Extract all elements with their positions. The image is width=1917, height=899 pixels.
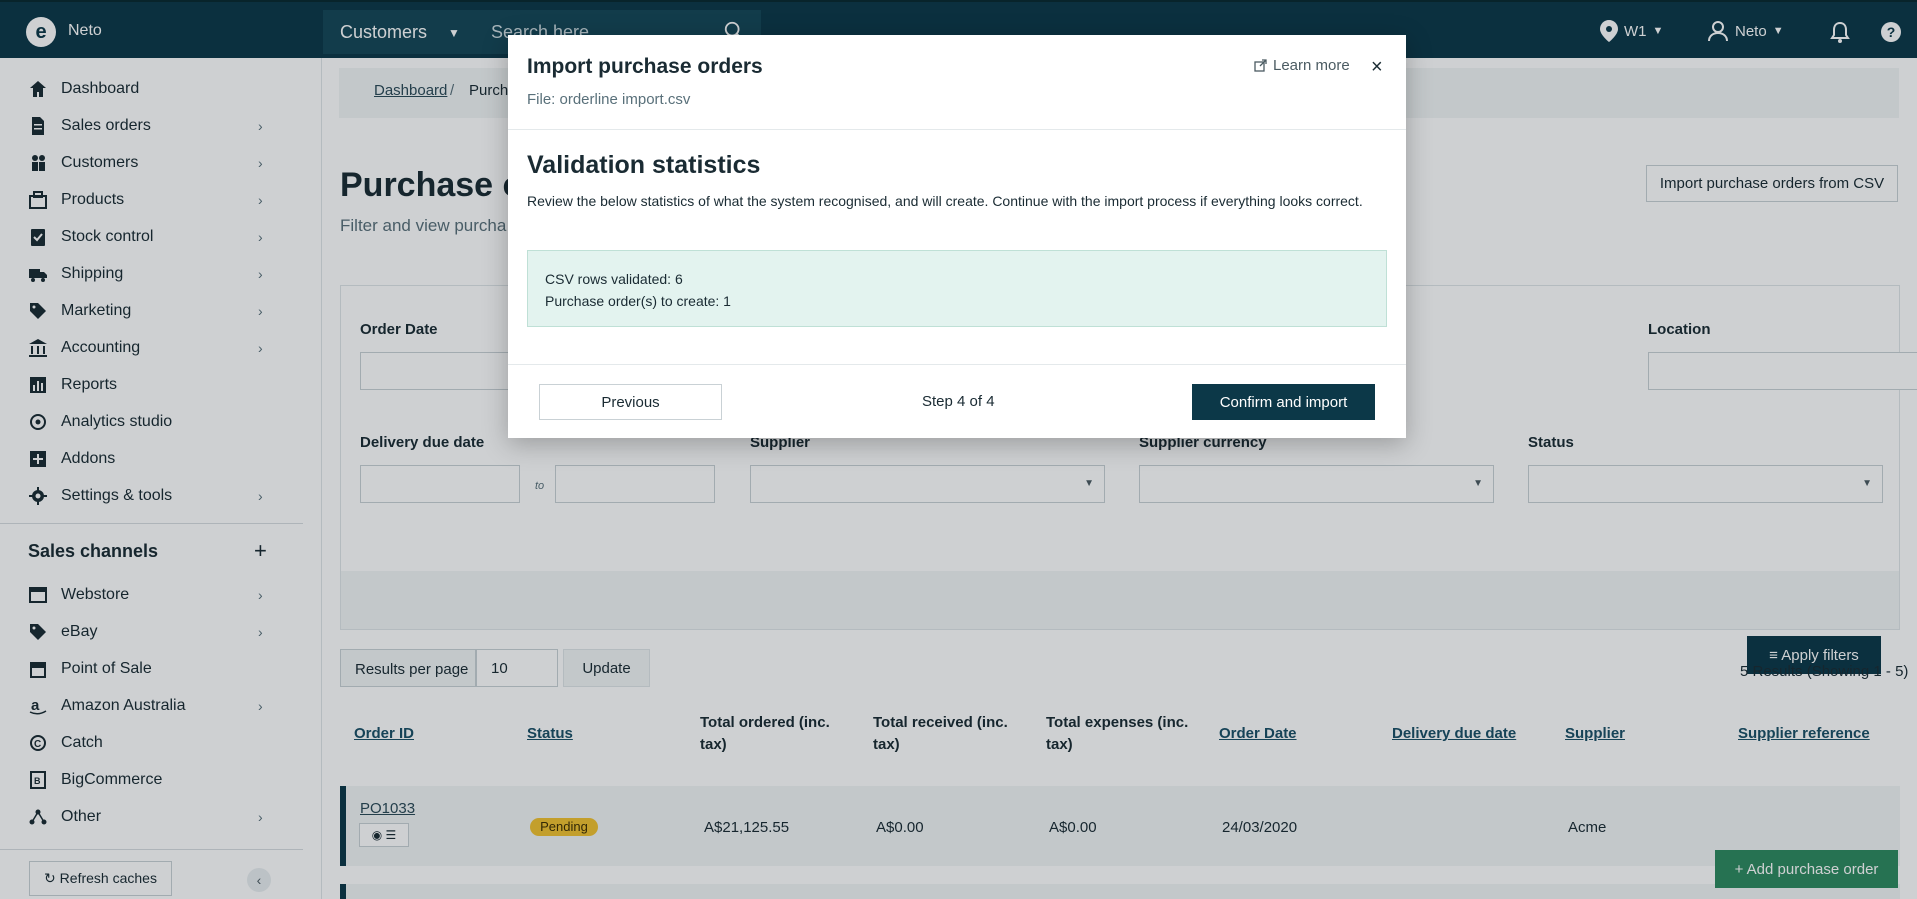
modal-divider: [508, 364, 1406, 365]
validation-description: Review the below statistics of what the …: [527, 193, 1363, 209]
modal-title: Import purchase orders: [527, 55, 763, 78]
confirm-import-button[interactable]: Confirm and import: [1192, 384, 1375, 420]
modal-divider: [508, 129, 1406, 130]
import-modal: Import purchase orders File: orderline i…: [508, 35, 1406, 438]
validation-heading: Validation statistics: [527, 151, 761, 179]
external-link-icon: [1254, 59, 1267, 72]
learn-more-link[interactable]: Learn more: [1254, 57, 1350, 74]
modal-file-name: File: orderline import.csv: [527, 91, 691, 108]
close-icon[interactable]: ×: [1371, 56, 1383, 79]
stat-orders-to-create: Purchase order(s) to create: 1: [545, 293, 731, 309]
previous-button[interactable]: Previous: [539, 384, 722, 420]
step-indicator: Step 4 of 4: [922, 393, 995, 410]
stat-rows-validated: CSV rows validated: 6: [545, 271, 683, 287]
validation-stats-box: CSV rows validated: 6 Purchase order(s) …: [527, 250, 1387, 327]
